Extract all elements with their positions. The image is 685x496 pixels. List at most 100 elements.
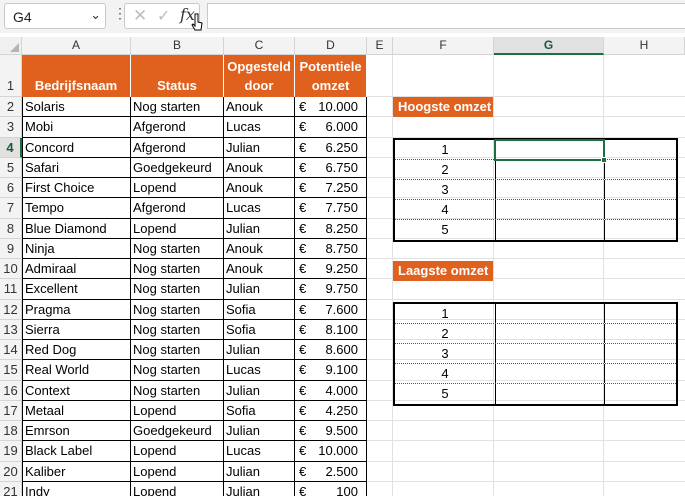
rank-number[interactable]: 1 <box>395 140 496 159</box>
rank-value-cell[interactable] <box>605 140 676 159</box>
rank-value-cell[interactable] <box>605 220 676 240</box>
company-cell[interactable]: First Choice <box>22 178 131 199</box>
row-header-8[interactable]: 8 <box>0 218 22 239</box>
omzet-cell[interactable]: €6.000 <box>295 117 367 138</box>
row-header-21[interactable]: 21 <box>0 481 22 496</box>
rank-number[interactable]: 2 <box>395 324 496 343</box>
omzet-cell[interactable]: €10.000 <box>295 97 367 118</box>
author-cell[interactable]: Julian <box>224 380 295 401</box>
omzet-cell[interactable]: €7.750 <box>295 198 367 219</box>
author-cell[interactable]: Lucas <box>224 117 295 138</box>
company-cell[interactable]: Safari <box>22 157 131 178</box>
omzet-cell[interactable]: €7.250 <box>295 178 367 199</box>
company-cell[interactable]: Blue Diamond <box>22 218 131 239</box>
rank-number[interactable]: 5 <box>395 384 496 404</box>
company-cell[interactable]: Excellent <box>22 279 131 300</box>
omzet-cell[interactable]: €9.100 <box>295 360 367 381</box>
column-header-a[interactable]: A <box>22 37 131 55</box>
author-cell[interactable]: Anouk <box>224 238 295 259</box>
company-cell[interactable]: Concord <box>22 137 131 158</box>
hoogste-omzet-label[interactable]: Hoogste omzet <box>393 97 493 117</box>
company-cell[interactable]: Kaliber <box>22 461 131 482</box>
row-header-3[interactable]: 3 <box>0 117 22 138</box>
company-cell[interactable]: Red Dog <box>22 340 131 361</box>
omzet-cell[interactable]: €9.500 <box>295 421 367 442</box>
row-header-19[interactable]: 19 <box>0 441 22 462</box>
rank-name-cell[interactable] <box>496 200 605 219</box>
author-cell[interactable]: Anouk <box>224 178 295 199</box>
author-cell[interactable]: Julian <box>224 481 295 496</box>
rank-name-cell[interactable] <box>496 324 605 343</box>
active-cell-selection[interactable] <box>494 139 607 163</box>
confirm-icon[interactable]: ✓ <box>157 6 170 26</box>
row-header-15[interactable]: 15 <box>0 360 22 381</box>
status-cell[interactable]: Afgerond <box>131 198 224 219</box>
row-header-17[interactable]: 17 <box>0 400 22 421</box>
author-cell[interactable]: Sofia <box>224 299 295 320</box>
status-cell[interactable]: Lopend <box>131 178 224 199</box>
status-cell[interactable]: Nog starten <box>131 340 224 361</box>
author-cell[interactable]: Lucas <box>224 360 295 381</box>
status-cell[interactable]: Nog starten <box>131 360 224 381</box>
row-header-5[interactable]: 5 <box>0 157 22 178</box>
status-cell[interactable]: Lopend <box>131 400 224 421</box>
company-cell[interactable]: Black Label <box>22 441 131 462</box>
status-cell[interactable]: Goedgekeurd <box>131 421 224 442</box>
company-cell[interactable]: Pragma <box>22 299 131 320</box>
author-cell[interactable]: Julian <box>224 279 295 300</box>
row-header-12[interactable]: 12 <box>0 299 22 320</box>
row-header-13[interactable]: 13 <box>0 319 22 340</box>
rank-value-cell[interactable] <box>605 160 676 179</box>
author-cell[interactable]: Lucas <box>224 198 295 219</box>
row-header-7[interactable]: 7 <box>0 198 22 219</box>
rank-number[interactable]: 3 <box>395 180 496 199</box>
column-header-b[interactable]: B <box>131 37 224 55</box>
author-cell[interactable]: Julian <box>224 218 295 239</box>
company-cell[interactable]: Solaris <box>22 97 131 118</box>
row-header-10[interactable]: 10 <box>0 259 22 280</box>
company-cell[interactable]: Ninja <box>22 238 131 259</box>
author-cell[interactable]: Anouk <box>224 157 295 178</box>
rank-number[interactable]: 4 <box>395 200 496 219</box>
rank-value-cell[interactable] <box>605 304 676 323</box>
status-cell[interactable]: Nog starten <box>131 319 224 340</box>
chevron-down-icon[interactable]: ⌄ <box>90 7 101 23</box>
company-cell[interactable]: Emrson <box>22 421 131 442</box>
header-status[interactable]: Status <box>131 55 224 97</box>
status-cell[interactable]: Nog starten <box>131 299 224 320</box>
author-cell[interactable]: Anouk <box>224 259 295 280</box>
company-cell[interactable]: Context <box>22 380 131 401</box>
author-cell[interactable]: Sofia <box>224 319 295 340</box>
rank-name-cell[interactable] <box>496 304 605 323</box>
name-box[interactable]: G4 ⌄ <box>4 3 106 29</box>
omzet-cell[interactable]: €6.750 <box>295 157 367 178</box>
omzet-cell[interactable]: €9.250 <box>295 259 367 280</box>
row-header-11[interactable]: 11 <box>0 279 22 300</box>
company-cell[interactable]: Metaal <box>22 400 131 421</box>
rank-value-cell[interactable] <box>605 180 676 199</box>
omzet-cell[interactable]: €8.100 <box>295 319 367 340</box>
select-all-corner[interactable] <box>0 37 22 55</box>
rank-value-cell[interactable] <box>605 384 676 404</box>
author-cell[interactable]: Julian <box>224 340 295 361</box>
row-header-4[interactable]: 4 <box>0 137 22 158</box>
omzet-cell[interactable]: €2.500 <box>295 461 367 482</box>
rank-name-cell[interactable] <box>496 384 605 404</box>
row-header-6[interactable]: 6 <box>0 178 22 199</box>
row-header-9[interactable]: 9 <box>0 238 22 259</box>
company-cell[interactable]: Tempo <box>22 198 131 219</box>
author-cell[interactable]: Julian <box>224 137 295 158</box>
rank-number[interactable]: 1 <box>395 304 496 323</box>
rank-name-cell[interactable] <box>496 220 605 240</box>
rank-name-cell[interactable] <box>496 344 605 363</box>
rank-number[interactable]: 5 <box>395 220 496 240</box>
company-cell[interactable]: Real World <box>22 360 131 381</box>
author-cell[interactable]: Julian <box>224 461 295 482</box>
omzet-cell[interactable]: €8.250 <box>295 218 367 239</box>
rank-name-cell[interactable] <box>496 364 605 383</box>
header-potentiele-omzet[interactable]: Potentiele omzet <box>295 55 367 97</box>
status-cell[interactable]: Nog starten <box>131 238 224 259</box>
omzet-cell[interactable]: €9.750 <box>295 279 367 300</box>
formula-input[interactable] <box>207 3 685 29</box>
column-header-c[interactable]: C <box>224 37 295 55</box>
